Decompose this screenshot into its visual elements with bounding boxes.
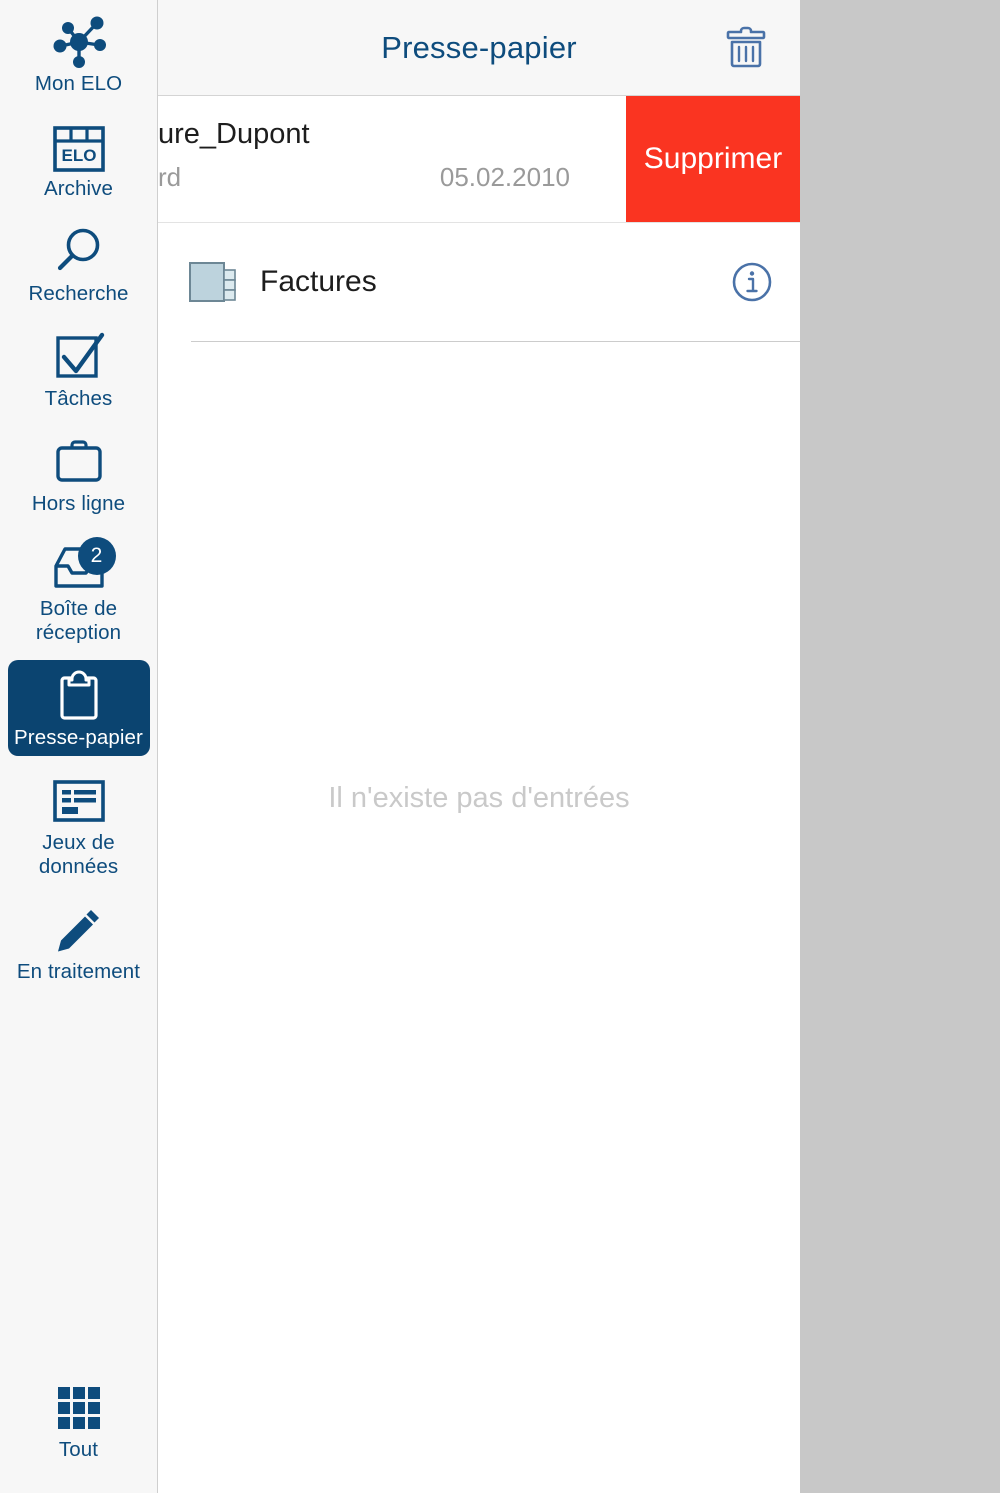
sidebar-item-label: Boîte de réception [35,597,122,644]
table-row[interactable]: ure_Dupont rd 05.02.2010 Supprimer [158,96,800,223]
clipboard-icon [53,668,105,724]
main-panel: Presse-papier ure_Dupont rd 05.02.2010 S… [158,0,800,1493]
sidebar-item-mon-elo[interactable]: Mon ELO [8,6,150,102]
sidebar-item-taches[interactable]: Tâches [8,321,150,417]
sidebar-item-label: Hors ligne [31,492,126,515]
row-subtitle: rd [158,162,182,192]
sidebar-item-jeux-de-donnees[interactable]: Jeux de données [8,765,150,885]
sidebar-item-label: Tout [58,1438,99,1461]
list-item-label: Factures [260,265,377,298]
sidebar-item-presse-papier[interactable]: Presse-papier [7,660,150,756]
row-date: 05.02.2010 [439,162,570,192]
folder-tab-icon [188,256,240,308]
sidebar-nav-list: Mon ELO ELO Archive Recherche Tâches Hor… [0,0,157,999]
sidebar-item-tout[interactable]: Tout [8,1372,150,1468]
page-title: Presse-papier [381,29,577,65]
info-circle-icon[interactable] [730,260,774,304]
row-content: ure_Dupont rd 05.02.2010 [158,96,588,222]
sidebar-bottom-section: Tout [0,1372,157,1477]
sidebar-item-label: Presse-papier [14,726,143,749]
checkbox-check-icon [53,329,105,385]
sidebar-item-boite-de-reception[interactable]: 2 Boîte de réception [8,531,150,651]
app-window: Mon ELO ELO Archive Recherche Tâches Hor… [0,0,800,1493]
inbox-badge-count: 2 [77,537,116,575]
empty-state: Il n'existe pas d'entrées [158,342,800,1493]
data-record-icon [50,773,108,829]
screen-canvas: Mon ELO ELO Archive Recherche Tâches Hor… [0,0,1000,1493]
list-divider [191,341,800,342]
sidebar-item-en-traitement[interactable]: En traitement [8,894,150,990]
trash-icon[interactable] [718,20,774,76]
inbox-tray-icon: 2 [48,537,116,595]
grid-apps-icon [52,1380,106,1436]
pencil-icon [53,902,105,958]
list-item[interactable]: Factures [158,223,800,341]
sidebar-item-hors-ligne[interactable]: Hors ligne [8,426,150,522]
row-title: ure_Dupont [158,118,310,150]
elo-archive-icon: ELO [52,119,106,175]
sidebar-item-label: Tâches [44,387,113,410]
sidebar-item-recherche[interactable]: Recherche [8,216,150,312]
network-nodes-icon [49,14,109,70]
sidebar-item-label: Recherche [28,282,129,305]
top-bar: Presse-papier [158,0,800,96]
empty-state-message: Il n'existe pas d'entrées [328,782,630,814]
sidebar-item-label: Jeux de données [38,831,119,878]
sidebar-item-label: Archive [43,177,114,200]
delete-button[interactable]: Supprimer [626,96,800,222]
search-icon [52,224,106,280]
sidebar-item-label: En traitement [16,960,141,983]
sidebar-item-label: Mon ELO [34,72,123,95]
briefcase-icon [51,434,107,490]
clipboard-list: ure_Dupont rd 05.02.2010 Supprimer Factu… [158,96,800,342]
sidebar: Mon ELO ELO Archive Recherche Tâches Hor… [0,0,158,1493]
svg-text:ELO: ELO [61,146,96,165]
sidebar-item-archive[interactable]: ELO Archive [8,111,150,207]
